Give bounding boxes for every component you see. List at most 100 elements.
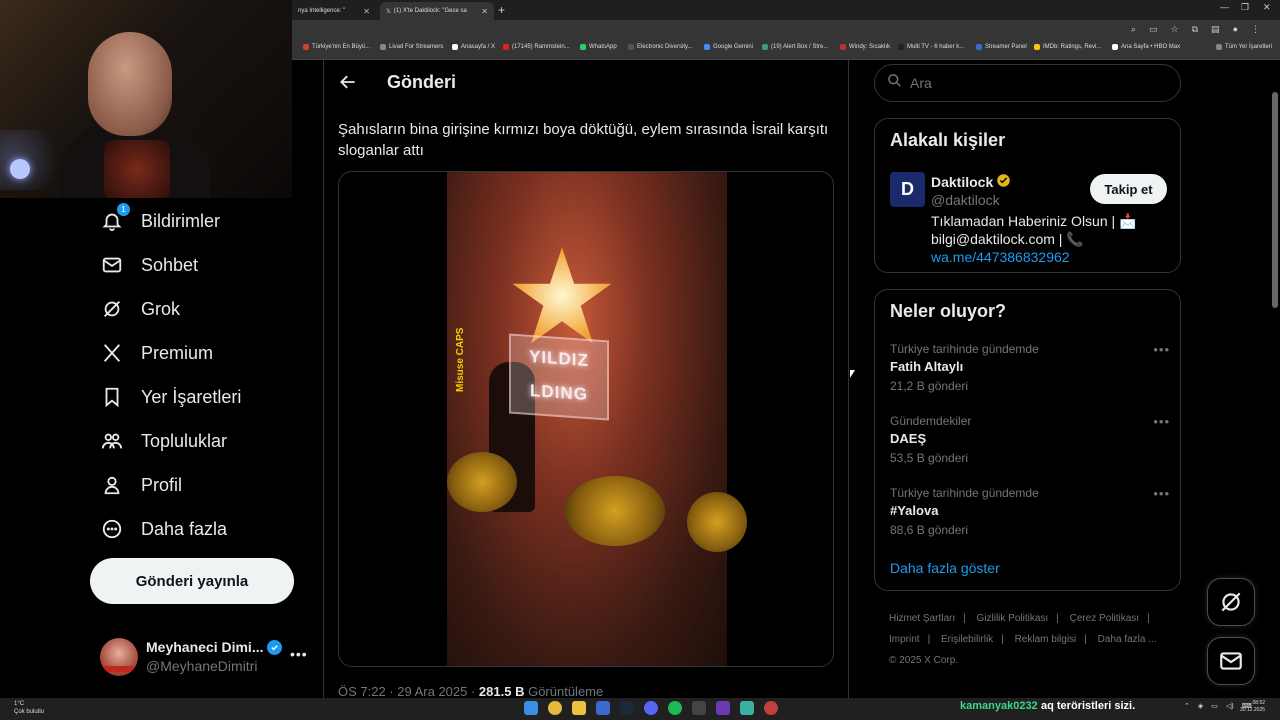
sidebar-item-premium[interactable]: Premium [100,338,213,368]
bookmark-item[interactable]: Windy: Sıcaklık [840,44,890,50]
display-icon[interactable]: ▭ [1211,702,1218,710]
bookmark-item[interactable]: Ana Sayfa • HBO Max [1112,44,1180,50]
footer-link[interactable]: Hizmet Şartları [889,613,955,624]
trend-name: Fatih Altaylı [890,359,964,374]
app-icon[interactable] [740,701,754,715]
bookmark-item[interactable]: Google Gemini [704,44,753,50]
trend-item[interactable]: Türkiye tarihinde gündemde Fatih Altaylı… [890,342,1170,400]
bookmark-item[interactable]: IMDb: Ratings, Revi... [1034,44,1101,50]
footer-link[interactable]: Daha fazla ... [1098,634,1157,645]
more-icon[interactable]: ••• [1153,486,1170,501]
bookmark-item[interactable]: (17145) Rammstein... [503,44,570,50]
trend-count: 21,2 B gönderi [890,379,969,393]
more-icon[interactable]: ••• [1153,414,1170,429]
menu-icon[interactable]: ⋮ [1251,24,1260,35]
bookmark-item[interactable]: Multi TV - 6 haber k... [898,44,964,50]
sidebar-item-profile[interactable]: Profil [100,470,182,500]
bio-link[interactable]: wa.me/447386832962 [931,249,1070,265]
profile-icon[interactable]: ● [1233,24,1238,35]
bookmark-item[interactable]: Streamer Panel [976,44,1027,50]
post-button[interactable]: Gönderi yayınla [90,558,294,604]
clock[interactable]: 08:52 30.12.2025 [1240,700,1265,714]
close-icon[interactable]: ✕ [363,7,370,16]
sidebar-icon[interactable]: ▤ [1211,24,1220,35]
star-icon[interactable]: ☆ [1171,24,1179,35]
weather-widget[interactable]: 1°C Çok bulutlu [14,700,44,716]
bookmark-item[interactable]: WhatsApp [580,44,617,50]
sidebar-item-communities[interactable]: Topluluklar [100,426,227,456]
profile-handle: @MeyhaneDimitri [146,658,258,674]
app-icon[interactable] [596,701,610,715]
related-user-handle[interactable]: @daktilock [931,192,1000,208]
post-media[interactable]: YILDIZ LDING Misuse CAPS [338,171,834,667]
avatar[interactable]: D [890,172,925,207]
bookmark-item[interactable]: Türkiye'nin En Büyü... [303,44,370,50]
app-icon[interactable] [692,701,706,715]
minimize-icon[interactable]: — [1220,2,1229,12]
footer-link[interactable]: Imprint [889,634,920,645]
scrollbar[interactable] [1272,62,1278,698]
close-icon[interactable]: ✕ [481,7,488,16]
scroll-thumb[interactable] [1272,92,1278,308]
building-sign: YILDIZ LDING [509,333,609,421]
footer-link[interactable]: Çerez Politikası [1070,613,1139,624]
trends-title: Neler oluyor? [890,301,1007,321]
bookmark-item[interactable]: Livad For Streamers [380,44,443,50]
new-tab-button[interactable]: + [498,3,505,17]
profile-name: Meyhaneci Dimi... [146,639,283,655]
extensions-icon[interactable]: ⧉ [1192,24,1198,35]
windows-start-icon[interactable] [524,701,538,715]
trend-name: #Yalova [890,503,939,518]
trend-name: DAEŞ [890,431,927,446]
volume-icon[interactable]: ◁) [1226,702,1234,710]
bookmark-item[interactable]: (19) Alert Box / Stre... [762,44,828,50]
avatar [100,638,138,676]
network-icon[interactable]: ◈ [1198,702,1203,710]
close-window-icon[interactable]: ✕ [1263,2,1271,13]
app-icon[interactable] [764,701,778,715]
maximize-icon[interactable]: ❐ [1241,2,1249,13]
sidebar-item-more[interactable]: Daha fazla [100,514,227,544]
video-frame[interactable]: YILDIZ LDING Misuse CAPS [447,172,747,666]
folder-icon[interactable] [572,701,586,715]
webcam-shirt [104,140,170,198]
show-more-link[interactable]: Daha fazla göster [890,560,1000,576]
footer-link[interactable]: Reklam bilgisi [1015,634,1077,645]
discord-icon[interactable] [644,701,658,715]
bookmark-item[interactable]: Anasayfa / X [452,44,495,50]
steam-icon[interactable] [620,701,634,715]
bookmark-item[interactable]: Electronic Diversity... [628,44,693,50]
sidebar-item-grok[interactable]: Grok [100,294,180,324]
chevron-up-icon[interactable]: ⌃ [1184,702,1190,710]
grok-fab[interactable] [1207,578,1255,626]
follow-button[interactable]: Takip et [1090,174,1167,204]
taskbar-apps [524,701,778,715]
footer-link[interactable]: Erişilebilirlik [941,634,993,645]
back-arrow-icon[interactable] [338,72,358,92]
spotify-icon[interactable] [668,701,682,715]
browser-tab-active[interactable]: 𝕏 (1) X'te Daktilock: "Gece sa ✕ [380,2,494,20]
bookmark-item[interactable]: Tüm Yer İşaretleri [1216,44,1272,50]
sidebar-item-label: Daha fazla [141,518,228,539]
browser-tab[interactable]: nya Intelligence: " ✕ [292,2,376,20]
chrome-icon[interactable] [548,701,562,715]
messages-fab[interactable] [1207,637,1255,685]
sidebar-item-notifications[interactable]: 1 Bildirimler [100,203,220,236]
verified-badge-icon [267,639,283,655]
related-user-name[interactable]: Daktilock [931,173,1011,191]
more-icon[interactable]: ••• [1153,342,1170,357]
sidebar-item-chat[interactable]: Sohbet [100,250,198,280]
more-icon[interactable]: ••• [290,646,308,662]
sidebar-item-bookmarks[interactable]: Yer İşaretleri [100,382,241,412]
cast-icon[interactable]: ▭ [1149,24,1158,35]
verified-gold-badge-icon [996,173,1011,191]
zoom-icon[interactable]: ⌕ [1131,24,1136,35]
app-icon[interactable] [716,701,730,715]
post-timestamp[interactable]: ÖS 7:22 · 29 Ara 2025 · [338,684,479,699]
footer-link[interactable]: Gizlilik Politikası [977,613,1049,624]
trend-item[interactable]: Türkiye tarihinde gündemde #Yalova 88,6 … [890,486,1170,544]
trend-item[interactable]: Gündemdekiler DAEŞ 53,5 B gönderi ••• [890,414,1170,472]
search-box[interactable] [874,64,1181,102]
account-switcher[interactable]: Meyhaneci Dimi... @MeyhaneDimitri ••• [100,636,310,680]
search-input[interactable] [910,75,1150,91]
